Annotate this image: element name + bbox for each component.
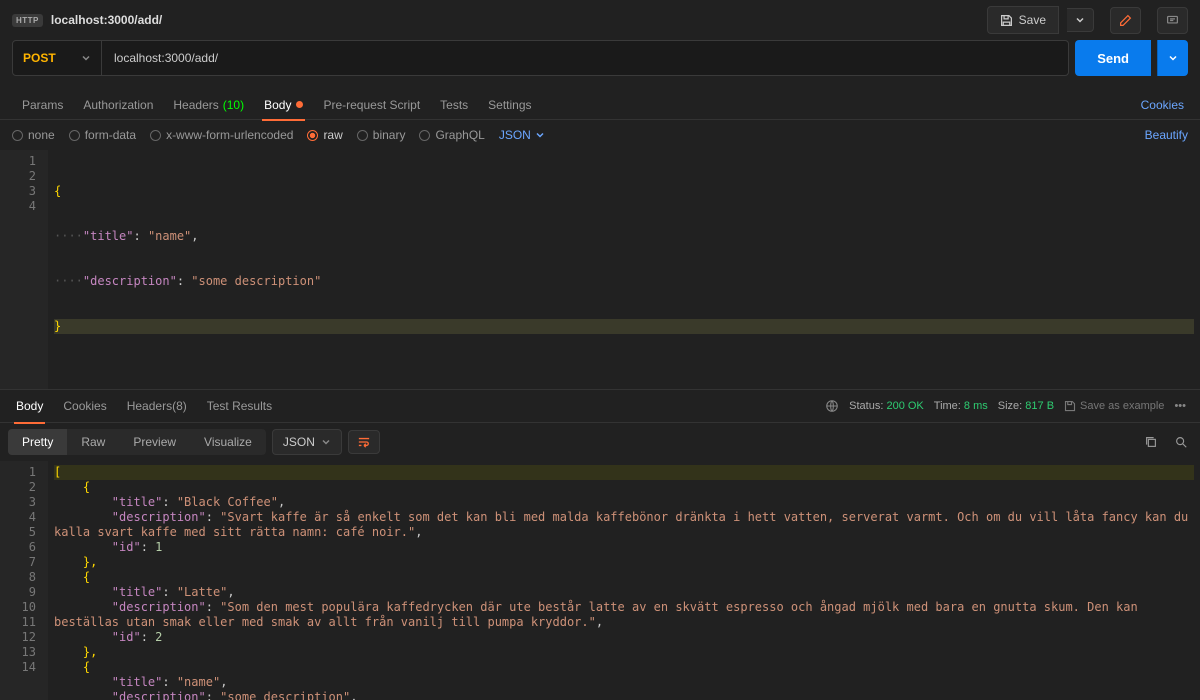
tab-headers-label: Headers [173,98,218,112]
response-body-editor[interactable]: 1234567891011121314 [ { "title": "Black … [0,461,1200,700]
body-type-urlencoded[interactable]: x-www-form-urlencoded [150,128,293,142]
floppy-icon [1064,400,1076,412]
resp-tab-headers-count: (8) [172,399,187,413]
copy-response-button[interactable] [1140,431,1162,453]
send-button[interactable]: Send [1075,40,1151,76]
body-type-raw-label: raw [323,128,342,142]
tab-settings[interactable]: Settings [478,90,541,120]
save-button[interactable]: Save [987,6,1059,34]
view-raw[interactable]: Raw [67,429,119,455]
tab-headers[interactable]: Headers (10) [163,90,254,120]
response-format-select[interactable]: JSON [272,429,342,455]
response-toolbar: Pretty Raw Preview Visualize JSON [0,423,1200,461]
response-format-label: JSON [283,435,315,449]
save-as-example-label: Save as example [1080,400,1164,412]
code-area[interactable]: [ { "title": "Black Coffee", "descriptio… [48,461,1200,700]
body-type-binary-label: binary [373,128,406,142]
chevron-down-icon [81,53,91,63]
save-as-example-button[interactable]: Save as example [1064,400,1164,412]
radio-icon [69,130,80,141]
comment-button[interactable] [1157,7,1188,34]
more-options-button[interactable]: ••• [1174,400,1186,412]
send-dropdown[interactable] [1157,40,1188,76]
tab-params[interactable]: Params [12,90,73,120]
line-gutter: 1 2 3 4 [0,150,48,389]
resp-tab-testresults[interactable]: Test Results [197,389,282,423]
tab-prerequest[interactable]: Pre-request Script [313,90,430,120]
titlebar: HTTP localhost:3000/add/ Save [0,0,1200,40]
search-response-button[interactable] [1170,431,1192,453]
radio-icon [307,130,318,141]
method-select[interactable]: POST [12,40,102,76]
resp-tab-body[interactable]: Body [6,389,53,423]
body-type-binary[interactable]: binary [357,128,406,142]
body-type-graphql[interactable]: GraphQL [419,128,484,142]
chevron-down-icon [535,130,545,140]
modified-dot-icon [296,101,303,108]
body-type-formdata-label: form-data [85,128,136,142]
tab-tests[interactable]: Tests [430,90,478,120]
radio-icon [357,130,368,141]
url-input[interactable] [102,40,1069,76]
body-type-formdata[interactable]: form-data [69,128,136,142]
body-type-row: none form-data x-www-form-urlencoded raw… [0,120,1200,150]
edit-button[interactable] [1110,7,1141,34]
request-body-editor[interactable]: 1 2 3 4 { ····"title": "name", ····"desc… [0,150,1200,389]
save-dropdown[interactable] [1067,8,1094,32]
view-pretty[interactable]: Pretty [8,429,67,455]
floppy-icon [1000,14,1013,27]
wrap-icon [357,436,371,448]
chevron-down-icon [1168,53,1178,63]
view-preview[interactable]: Preview [119,429,190,455]
tab-body[interactable]: Body [254,90,313,120]
body-type-graphql-label: GraphQL [435,128,484,142]
size-text: Size: 817 B [998,400,1054,412]
cookies-link[interactable]: Cookies [1141,98,1188,112]
view-visualize[interactable]: Visualize [190,429,266,455]
line-gutter: 1234567891011121314 [0,461,48,700]
body-type-none[interactable]: none [12,128,55,142]
comment-icon [1166,14,1179,27]
tab-title: localhost:3000/add/ [51,13,162,27]
globe-icon[interactable] [825,399,839,413]
view-mode-segment: Pretty Raw Preview Visualize [8,429,266,455]
beautify-link[interactable]: Beautify [1145,128,1188,142]
chevron-down-icon [321,437,331,447]
pencil-icon [1119,14,1132,27]
radio-icon [419,130,430,141]
body-type-none-label: none [28,128,55,142]
status-text: Status: 200 OK [849,400,924,412]
request-tabs: Params Authorization Headers (10) Body Pr… [0,90,1200,120]
tab-authorization[interactable]: Authorization [73,90,163,120]
method-value: POST [23,51,56,65]
chevron-down-icon [1075,15,1085,25]
body-format-select[interactable]: JSON [499,128,545,142]
copy-icon [1144,435,1158,449]
response-tabs: Body Cookies Headers(8) Test Results Sta… [0,389,1200,423]
body-format-label: JSON [499,128,531,142]
radio-icon [150,130,161,141]
resp-tab-headers[interactable]: Headers(8) [117,389,197,423]
wrap-lines-button[interactable] [348,430,380,454]
search-icon [1174,435,1188,449]
body-type-urlencoded-label: x-www-form-urlencoded [166,128,293,142]
code-area[interactable]: { ····"title": "name", ····"description"… [48,150,1200,389]
resp-tab-cookies[interactable]: Cookies [53,389,116,423]
body-type-raw[interactable]: raw [307,128,342,142]
time-text: Time: 8 ms [934,400,988,412]
tab-body-label: Body [264,98,291,112]
resp-tab-headers-label: Headers [127,399,172,413]
http-badge: HTTP [12,14,43,27]
save-label: Save [1019,13,1046,27]
radio-icon [12,130,23,141]
tab-headers-count: (10) [223,98,244,112]
